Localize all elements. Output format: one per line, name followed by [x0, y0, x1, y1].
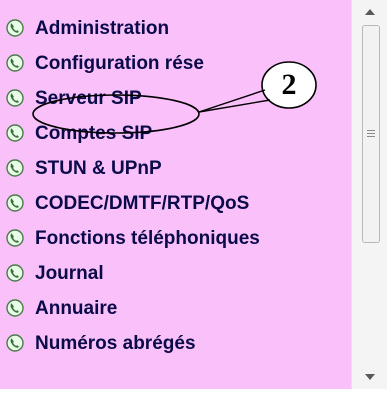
menu-item-label: Numéros abrégés [35, 333, 196, 354]
menu-item-comptes-sip[interactable]: Comptes SIP [0, 118, 351, 153]
phone-globe-icon [6, 89, 24, 107]
phone-globe-icon [6, 334, 24, 352]
menu-item-label: Administration [35, 18, 170, 39]
thumb-grip-line [367, 130, 375, 131]
scroll-up-arrow-icon [364, 9, 375, 15]
menu-item-numeros-abreges[interactable]: Numéros abrégés [0, 328, 351, 363]
menu-item-label: Serveur SIP [35, 88, 142, 109]
navigation-menu-panel: Administration Configuration rése Serveu… [0, 0, 351, 389]
phone-globe-icon [6, 194, 24, 212]
scroll-down-arrow-icon [364, 374, 375, 380]
menu-item-administration[interactable]: Administration [0, 13, 351, 48]
menu-item-stun-upnp[interactable]: STUN & UPnP [0, 153, 351, 188]
scroll-down-button[interactable] [352, 365, 387, 389]
menu-item-label: Comptes SIP [35, 123, 153, 144]
menu-item-label: STUN & UPnP [35, 158, 162, 179]
vertical-scrollbar[interactable] [351, 0, 387, 389]
navigation-menu-list: Administration Configuration rése Serveu… [0, 13, 351, 363]
phone-globe-icon [6, 19, 24, 37]
scroll-up-button[interactable] [352, 0, 387, 24]
menu-item-annuaire[interactable]: Annuaire [0, 293, 351, 328]
phone-globe-icon [6, 54, 24, 72]
phone-globe-icon [6, 124, 24, 142]
menu-item-label: CODEC/DMTF/RTP/QoS [35, 193, 250, 214]
thumb-grip-line [367, 133, 375, 134]
menu-item-label: Fonctions téléphoniques [35, 228, 260, 249]
menu-frame: Administration Configuration rése Serveu… [0, 0, 387, 389]
menu-item-label: Configuration rése [35, 53, 204, 74]
menu-item-configuration-reseau[interactable]: Configuration rése [0, 48, 351, 83]
menu-item-label: Journal [35, 263, 104, 284]
phone-globe-icon [6, 264, 24, 282]
menu-item-label: Annuaire [35, 298, 118, 319]
thumb-grip-line [367, 136, 375, 137]
menu-item-fonctions-telephoniques[interactable]: Fonctions téléphoniques [0, 223, 351, 258]
phone-globe-icon [6, 299, 24, 317]
phone-globe-icon [6, 229, 24, 247]
menu-item-codec-dmtf-rtp-qos[interactable]: CODEC/DMTF/RTP/QoS [0, 188, 351, 223]
phone-globe-icon [6, 159, 24, 177]
menu-item-serveur-sip[interactable]: Serveur SIP [0, 83, 351, 118]
scrollbar-thumb[interactable] [362, 25, 380, 243]
menu-item-journal[interactable]: Journal [0, 258, 351, 293]
